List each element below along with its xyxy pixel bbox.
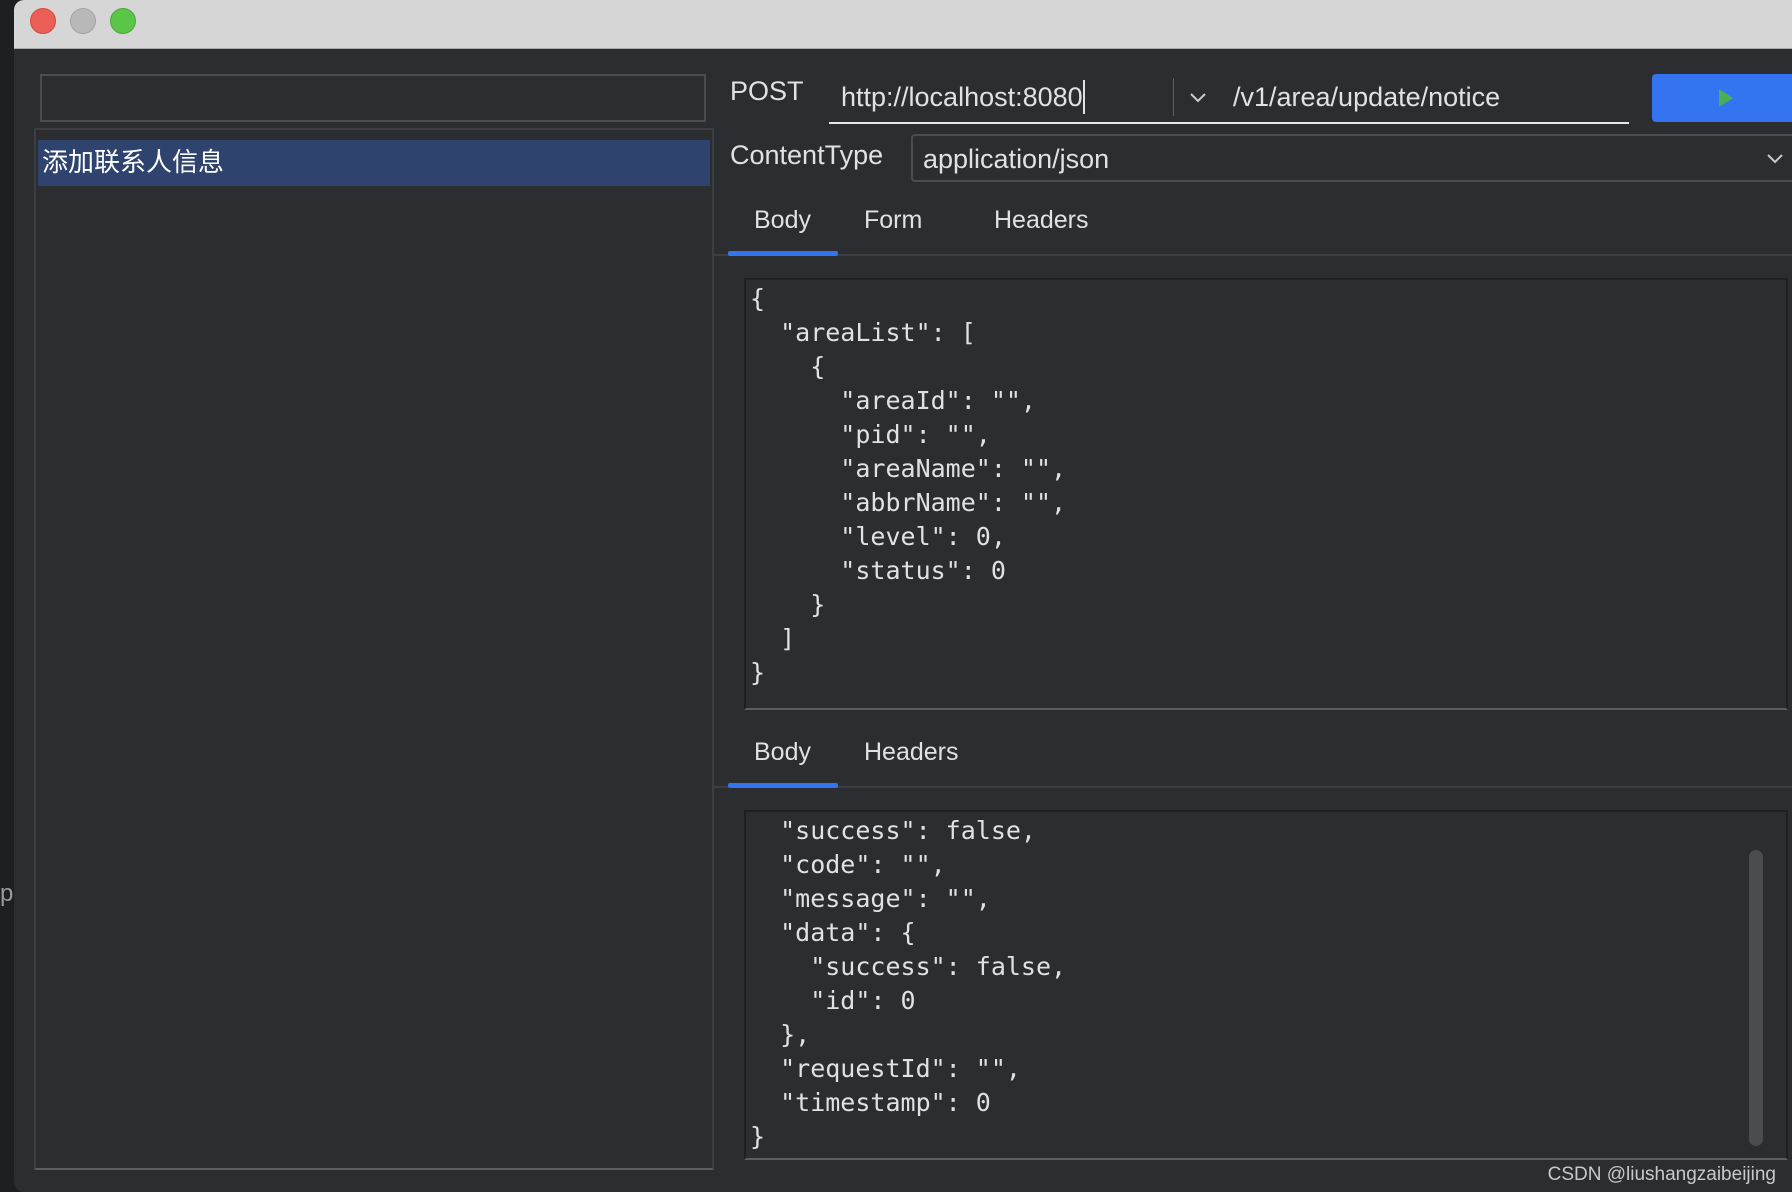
active-tab-indicator [728,783,838,788]
content-type-select[interactable]: application/json [911,134,1792,182]
active-tab-indicator [728,251,838,256]
request-list-item[interactable]: 添加联系人信息 [38,140,710,186]
chevron-down-icon [1767,154,1783,164]
http-method-label[interactable]: POST [730,76,804,107]
response-tabs: Body Headers [714,724,1792,788]
minimize-window-button[interactable] [70,8,96,34]
sidebar: 添加联系人信息 [34,48,714,1170]
request-list[interactable]: 添加联系人信息 [34,128,714,1170]
tab-request-body[interactable]: Body [754,206,811,235]
search-input[interactable] [40,74,706,122]
background-app-edge: p [0,0,14,1192]
host-dropdown-button[interactable] [1181,80,1215,114]
close-window-button[interactable] [30,8,56,34]
send-button[interactable] [1652,74,1792,122]
tab-request-form[interactable]: Form [864,206,922,235]
request-body-editor[interactable]: { "areaList": [ { "areaId": "", "pid": "… [744,278,1788,710]
response-body-viewer[interactable]: "success": false, "code": "", "message":… [744,810,1788,1160]
title-bar [14,0,1792,49]
play-icon [1719,89,1733,107]
watermark: CSDN @liushangzaibeijing [1547,1164,1776,1185]
app-window: 添加联系人信息 POST http://localhost:8080 /v1/a… [14,0,1792,1192]
chevron-down-icon [1190,93,1206,103]
request-editor: POST http://localhost:8080 /v1/area/upda… [714,48,1792,1192]
content-type-label: ContentType [730,140,884,170]
request-tabs: Body Form Headers [714,192,1792,256]
path-input[interactable]: /v1/area/update/notice [1233,82,1500,113]
host-input[interactable]: http://localhost:8080 [841,82,1083,113]
url-field[interactable]: http://localhost:8080 /v1/area/update/no… [829,74,1629,124]
tab-response-body[interactable]: Body [754,738,811,767]
text-cursor [1083,80,1085,114]
content-type-value: application/json [923,144,1110,174]
background-app-glyph: p [0,880,14,907]
tab-response-headers[interactable]: Headers [864,738,959,767]
maximize-window-button[interactable] [110,8,136,34]
tab-request-headers[interactable]: Headers [994,206,1089,235]
url-divider [1173,78,1174,116]
response-scrollbar[interactable] [1749,850,1763,1146]
